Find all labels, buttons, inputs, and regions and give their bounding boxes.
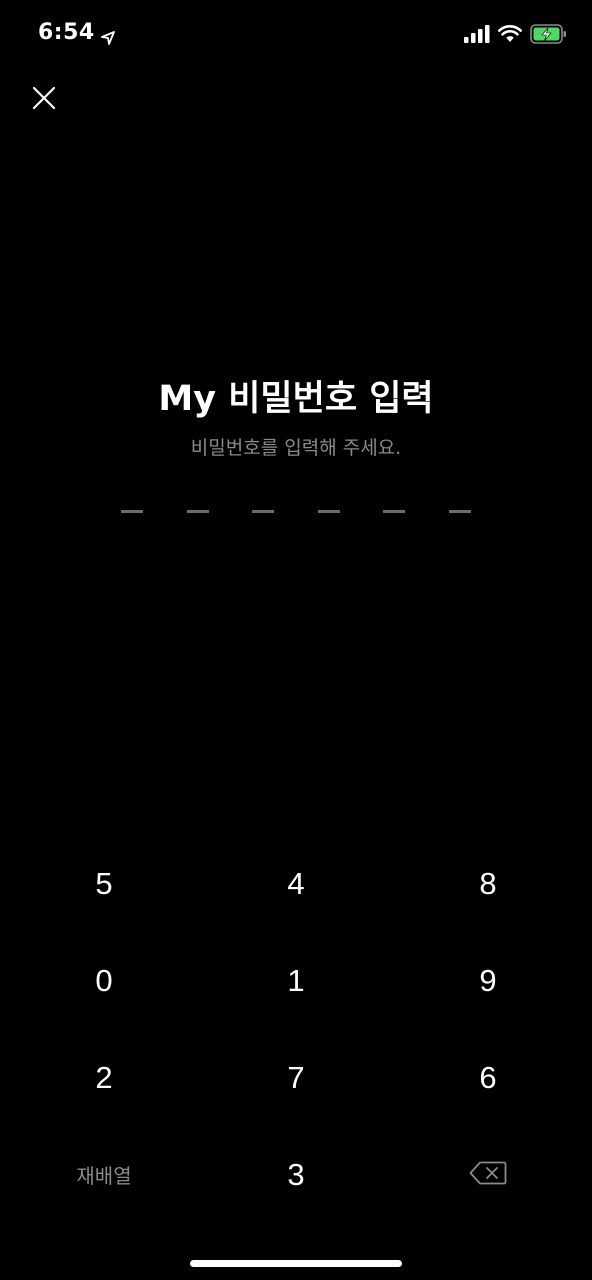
page-subtitle: 비밀번호를 입력해 주세요. <box>190 437 402 459</box>
key-digit[interactable]: 0 <box>8 932 200 1029</box>
close-icon <box>32 86 56 114</box>
status-time: 6:54 <box>38 20 115 45</box>
key-digit[interactable]: 3 <box>200 1126 392 1223</box>
key-digit[interactable]: 5 <box>8 835 200 932</box>
battery-charging-icon <box>530 24 568 48</box>
key-digit[interactable]: 4 <box>200 835 392 932</box>
key-digit[interactable]: 9 <box>392 932 584 1029</box>
shuffle-label: 재배열 <box>76 1164 132 1188</box>
home-indicator[interactable] <box>190 1260 402 1267</box>
pin-dash <box>318 510 340 513</box>
key-digit[interactable]: 6 <box>392 1029 584 1126</box>
pin-dash <box>383 510 405 513</box>
close-button[interactable] <box>24 80 64 120</box>
pin-dash <box>252 510 274 513</box>
number-keypad: 5 4 8 0 1 9 2 7 6 재배열 3 <box>8 835 584 1223</box>
backspace-icon <box>469 1157 507 1193</box>
pin-dash <box>449 510 471 513</box>
location-arrow-icon <box>100 26 115 45</box>
key-digit[interactable]: 2 <box>8 1029 200 1126</box>
cellular-signal-icon <box>464 25 490 47</box>
page-title: My 비밀번호 입력 <box>158 379 434 419</box>
pin-dash <box>187 510 209 513</box>
status-bar: 6:54 <box>0 0 592 72</box>
status-icons <box>464 24 568 48</box>
backspace-button[interactable] <box>392 1126 584 1223</box>
wifi-icon <box>498 25 522 47</box>
pin-indicator <box>121 510 471 514</box>
key-digit[interactable]: 8 <box>392 835 584 932</box>
shuffle-button[interactable]: 재배열 <box>8 1126 200 1223</box>
pin-dash <box>121 510 143 513</box>
status-time-text: 6:54 <box>38 20 95 45</box>
key-digit[interactable]: 7 <box>200 1029 392 1126</box>
key-digit[interactable]: 1 <box>200 932 392 1029</box>
